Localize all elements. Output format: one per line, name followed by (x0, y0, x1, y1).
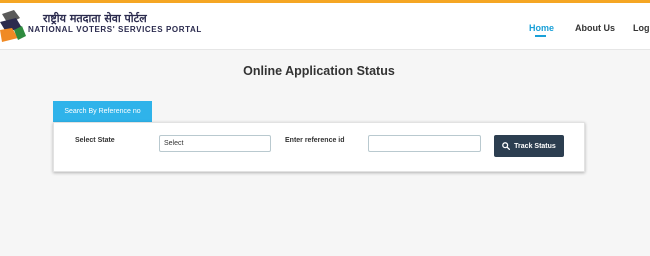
state-select[interactable]: Select (159, 135, 271, 152)
nav-login-link[interactable]: Login (633, 23, 650, 33)
site-header: राष्ट्रीय मतदाता सेवा पोर्टल NATIONAL VO… (0, 3, 650, 50)
nav-about-link[interactable]: About Us (575, 23, 615, 33)
reference-id-label: Enter reference id (285, 137, 345, 144)
nav-home-link[interactable]: Home (529, 23, 554, 33)
reference-id-input[interactable] (368, 135, 481, 152)
select-state-label: Select State (75, 137, 115, 144)
nav-home-active-indicator (535, 35, 546, 37)
search-panel: Select State Select Enter reference id T… (53, 122, 585, 172)
state-select-value: Select (164, 140, 184, 147)
track-status-label: Track Status (514, 142, 556, 150)
voting-ink-finger-icon[interactable] (0, 8, 26, 44)
search-icon (502, 142, 511, 150)
page-title: Online Application Status (243, 64, 395, 78)
tab-search-by-reference[interactable]: Search By Reference no (53, 101, 152, 122)
track-status-button[interactable]: Track Status (494, 135, 564, 157)
brand-english-name: NATIONAL VOTERS' SERVICES PORTAL (28, 25, 202, 34)
brand-hindi-name: राष्ट्रीय मतदाता सेवा पोर्टल (43, 12, 147, 25)
